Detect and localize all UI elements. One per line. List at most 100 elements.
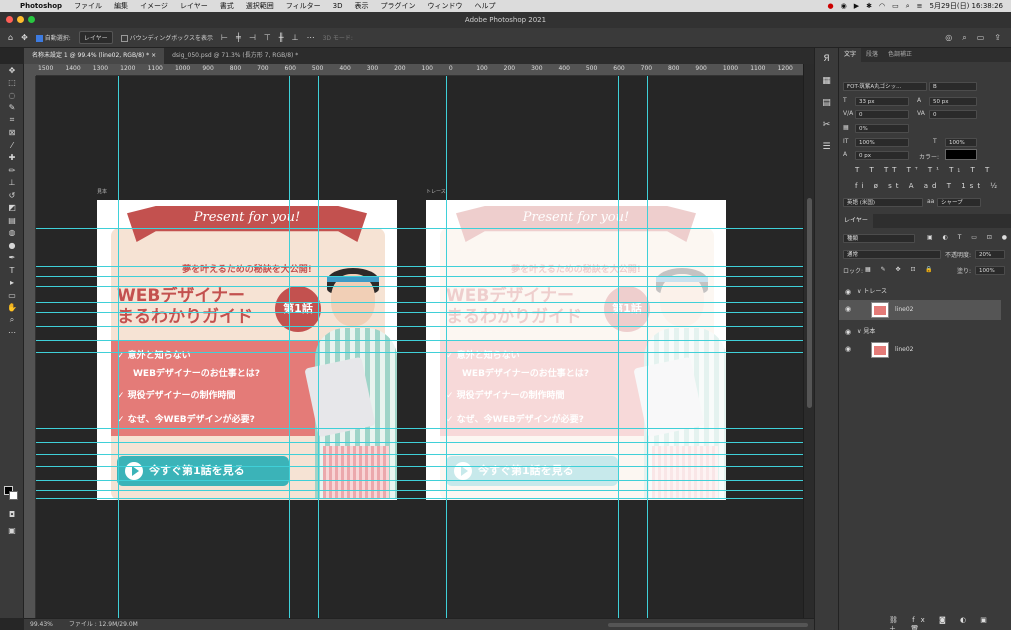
- align-left-icon[interactable]: ⊢: [221, 33, 228, 42]
- type-tool-icon[interactable]: T: [0, 264, 24, 277]
- lasso-tool-icon[interactable]: ◌: [0, 89, 24, 102]
- horizontal-guide[interactable]: [36, 340, 803, 341]
- play-icon[interactable]: ▶: [854, 2, 859, 10]
- bounding-box-checkbox[interactable]: バウンディングボックスを表示: [120, 33, 213, 42]
- tracking-field[interactable]: 0: [929, 110, 977, 119]
- sync-icon[interactable]: ◉: [841, 2, 847, 10]
- properties-icon[interactable]: ☰: [815, 136, 838, 158]
- leading-field[interactable]: 50 px: [929, 97, 977, 106]
- horizontal-guide[interactable]: [36, 480, 803, 481]
- menu-help[interactable]: ヘルプ: [468, 1, 501, 11]
- layer-group-trace[interactable]: ◉ ∨ トレース: [839, 286, 1001, 298]
- visibility-eye-icon[interactable]: ◉: [845, 345, 851, 353]
- close-tab-icon[interactable]: ×: [151, 52, 156, 59]
- blend-mode-select[interactable]: 通常: [843, 250, 941, 259]
- ruler-corner[interactable]: [24, 64, 36, 76]
- creative-cloud-icon[interactable]: ●: [827, 2, 833, 10]
- artboard-sample[interactable]: Present for you! 夢を叶えるための秘訣を大公開! WEBデザイナ…: [97, 200, 397, 500]
- horizontal-guide[interactable]: [36, 352, 803, 353]
- healing-brush-icon[interactable]: ✚: [0, 152, 24, 165]
- menu-window[interactable]: ウィンドウ: [421, 1, 468, 11]
- horizontal-guide[interactable]: [36, 302, 803, 303]
- pen-tool-icon[interactable]: ✒: [0, 252, 24, 265]
- scroll-thumb[interactable]: [608, 623, 808, 627]
- eyedropper-tool-icon[interactable]: ⁄: [0, 139, 24, 152]
- vertical-guide[interactable]: [647, 76, 648, 618]
- horizontal-scrollbar[interactable]: [348, 619, 808, 630]
- quick-select-tool-icon[interactable]: ✎: [0, 102, 24, 115]
- tab-paragraph[interactable]: 段落: [861, 48, 883, 62]
- visibility-eye-icon[interactable]: ◉: [845, 286, 851, 298]
- align-bottom-icon[interactable]: ⊥: [292, 33, 299, 42]
- menu-app[interactable]: Photoshop: [14, 2, 68, 10]
- horizontal-ruler[interactable]: 1500 1400 1300 1200 1100 1000 900 800 700 600 500 4…: [36, 64, 803, 76]
- menu-view[interactable]: 表示: [348, 1, 374, 11]
- visibility-eye-icon[interactable]: ◉: [845, 326, 851, 338]
- horizontal-guide[interactable]: [36, 276, 803, 277]
- text-color-swatch[interactable]: [945, 149, 977, 160]
- align-right-icon[interactable]: ⊣: [249, 33, 256, 42]
- layer-line02-trace[interactable]: ◉ line02: [839, 300, 1001, 320]
- wifi-icon[interactable]: ◠: [879, 2, 885, 10]
- dodge-tool-icon[interactable]: ●: [0, 239, 24, 252]
- align-center-icon[interactable]: ╪: [236, 33, 241, 42]
- menu-image[interactable]: イメージ: [134, 1, 174, 11]
- close-window-button[interactable]: [6, 16, 13, 23]
- tab-dsig-050[interactable]: dsig_050.psd @ 71.3% (長方形 7, RGB/8) *: [164, 48, 306, 64]
- vertical-guide[interactable]: [289, 76, 290, 618]
- menu-plugins[interactable]: プラグイン: [374, 1, 421, 11]
- artboard-trace[interactable]: Present for you! 夢を叶えるための秘訣を大公開! WEBデザイナ…: [426, 200, 726, 500]
- menu-select[interactable]: 選択範囲: [240, 1, 280, 11]
- hand-tool-icon[interactable]: ✋: [0, 302, 24, 315]
- horizontal-guide[interactable]: [36, 428, 803, 429]
- frame-tool-icon[interactable]: ⊠: [0, 127, 24, 140]
- move-tool-icon[interactable]: ✥: [0, 64, 24, 77]
- menu-type[interactable]: 書式: [214, 1, 240, 11]
- screen-mode-icon[interactable]: ▣: [0, 524, 24, 537]
- share-icon[interactable]: ⇪: [994, 33, 1001, 43]
- scroll-thumb[interactable]: [807, 198, 812, 408]
- horizontal-guide[interactable]: [36, 228, 803, 229]
- rectangle-tool-icon[interactable]: ▭: [0, 289, 24, 302]
- fill-field[interactable]: 100%: [975, 266, 1005, 275]
- lock-icons[interactable]: ▦ ✎ ✥ ⊡ 🔒: [865, 266, 937, 273]
- layer-filter-icons[interactable]: ▣ ◐ T ▭ ⊡ ●: [927, 234, 1011, 241]
- history-icon[interactable]: Я: [815, 48, 838, 70]
- vertical-ruler[interactable]: [24, 76, 36, 618]
- horizontal-guide[interactable]: [36, 466, 803, 467]
- gradient-tool-icon[interactable]: ▤: [0, 214, 24, 227]
- font-family-select[interactable]: FOT-筑紫A丸ゴシッ...: [843, 82, 927, 91]
- opacity-field[interactable]: 20%: [975, 250, 1005, 259]
- libraries-icon[interactable]: ▦: [815, 70, 838, 92]
- history-brush-icon[interactable]: ↺: [0, 189, 24, 202]
- file-size-info[interactable]: ファイル : 12.9M/29.0M: [69, 619, 138, 630]
- minimize-window-button[interactable]: [17, 16, 24, 23]
- layer-line02-sample[interactable]: ◉ line02: [839, 340, 1001, 360]
- tab-layers[interactable]: レイヤー: [839, 214, 873, 228]
- visibility-eye-icon[interactable]: ◉: [845, 305, 851, 313]
- comments-icon[interactable]: ▤: [815, 92, 838, 114]
- language-select[interactable]: 英語 (米国): [843, 198, 923, 207]
- opentype-buttons[interactable]: fi ø st A ad T 1st ½: [855, 182, 1001, 190]
- blur-tool-icon[interactable]: ◍: [0, 227, 24, 240]
- horizontal-guide[interactable]: [36, 326, 803, 327]
- menu-filter[interactable]: フィルター: [280, 1, 327, 11]
- layers-footer-buttons[interactable]: ⛓ fx ◙ ◐ ▣ ＋ 🗑: [889, 616, 1011, 630]
- menu-edit[interactable]: 編集: [108, 1, 134, 11]
- horizontal-guide[interactable]: [36, 498, 803, 499]
- path-select-icon[interactable]: ▸: [0, 277, 24, 290]
- horizontal-guide[interactable]: [36, 286, 803, 287]
- home-icon[interactable]: ⌂: [8, 33, 13, 42]
- baseline-field[interactable]: 0 px: [855, 151, 909, 160]
- vertical-guide[interactable]: [618, 76, 619, 618]
- vertical-guide[interactable]: [446, 76, 447, 618]
- marquee-tool-icon[interactable]: ⬚: [0, 77, 24, 90]
- tools-icon[interactable]: ✂: [815, 114, 838, 136]
- horizontal-scale-field[interactable]: 100%: [945, 138, 977, 147]
- control-center-icon[interactable]: ≡: [917, 2, 923, 10]
- menu-3d[interactable]: 3D: [327, 2, 349, 10]
- quick-mask-icon[interactable]: ◘: [0, 508, 24, 521]
- horizontal-guide[interactable]: [36, 442, 803, 443]
- battery-icon[interactable]: ▭: [892, 2, 899, 10]
- horizontal-guide[interactable]: [36, 490, 803, 491]
